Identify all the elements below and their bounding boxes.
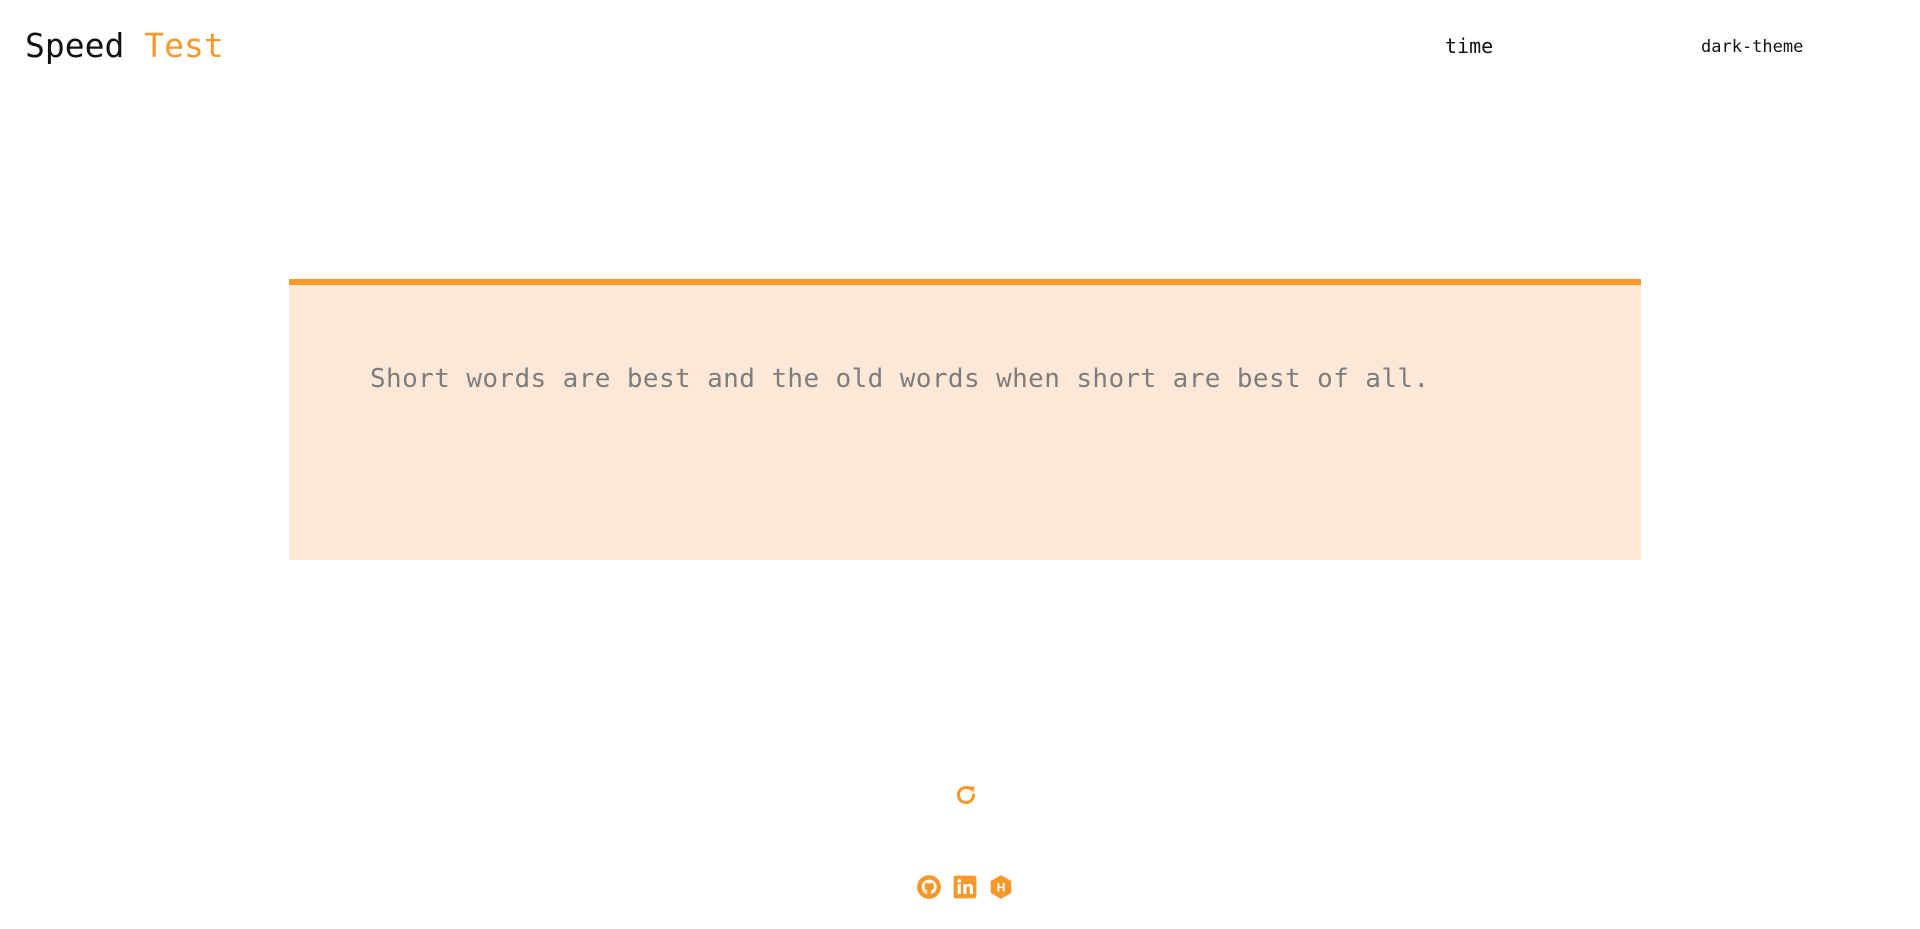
reload-button[interactable] (952, 781, 980, 809)
typing-area[interactable]: Short words are best and the old words w… (289, 279, 1641, 560)
logo: Speed Test (25, 26, 224, 66)
quote-text: Short words are best and the old words w… (370, 364, 1430, 394)
github-icon[interactable] (916, 874, 942, 900)
linkedin-icon[interactable] (952, 874, 978, 900)
social-links: H (916, 874, 1014, 900)
logo-word-test: Test (144, 26, 224, 65)
logo-word-speed: Speed (25, 26, 125, 65)
reload-icon (956, 785, 976, 805)
svg-text:H: H (997, 881, 1006, 895)
page: Speed Test time dark-theme Short words a… (0, 0, 1920, 929)
time-nav-link[interactable]: time (1445, 33, 1493, 59)
dark-theme-toggle[interactable]: dark-theme (1701, 36, 1803, 58)
header: Speed Test time dark-theme (0, 0, 1920, 92)
hashnode-icon[interactable]: H (988, 874, 1014, 900)
